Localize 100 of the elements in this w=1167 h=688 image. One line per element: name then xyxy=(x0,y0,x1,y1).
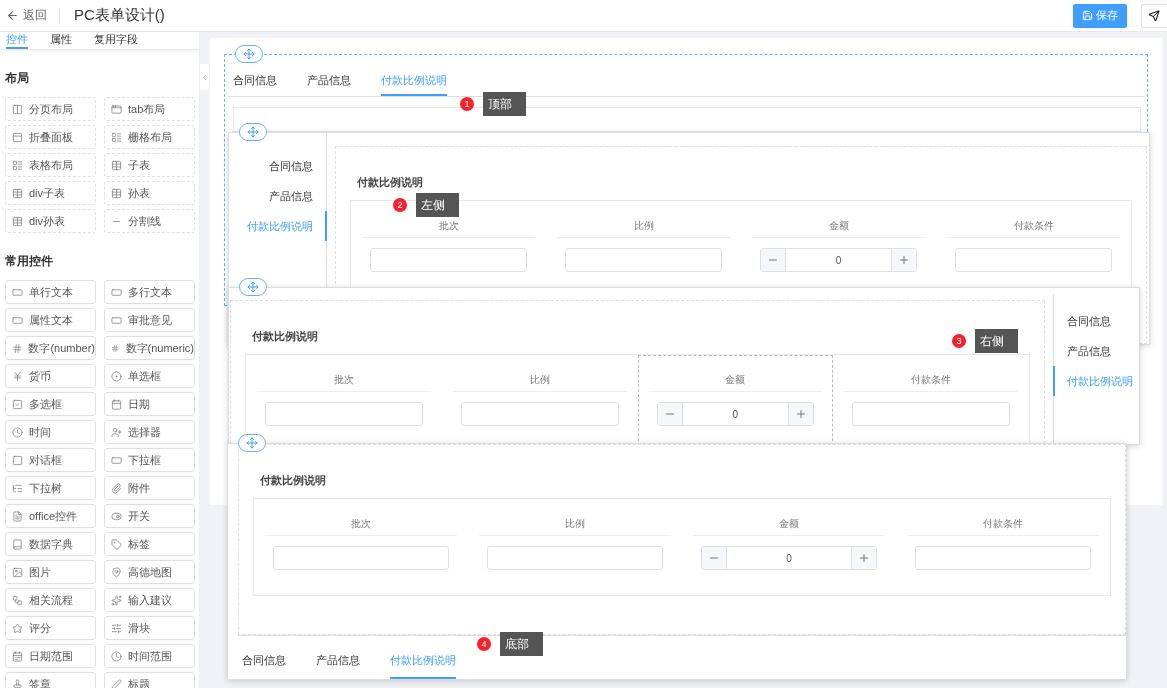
tab[interactable]: 合同信息 xyxy=(1053,306,1139,336)
increment-button[interactable] xyxy=(789,403,814,425)
plus-icon xyxy=(795,408,808,420)
widget-item[interactable]: 相关流程 xyxy=(5,588,96,612)
column-header: 付款条件 xyxy=(844,368,1018,392)
tab[interactable]: 产品信息 xyxy=(316,636,360,679)
plus-icon xyxy=(858,552,870,564)
tab[interactable]: 产品信息 xyxy=(307,73,351,96)
move-icon xyxy=(247,126,259,138)
sidebar-tab[interactable]: 属性 xyxy=(50,32,72,49)
input-field[interactable] xyxy=(273,546,449,570)
widget-item[interactable]: 数据字典 xyxy=(5,532,96,556)
input-field[interactable] xyxy=(460,402,619,426)
widget-item[interactable]: 开关 xyxy=(104,504,195,528)
increment-button[interactable] xyxy=(892,249,916,271)
yen-icon xyxy=(12,370,23,382)
move-handle[interactable] xyxy=(239,278,267,296)
user-icon xyxy=(111,426,122,438)
section-title: 付款比例说明 xyxy=(357,175,423,190)
widget-item[interactable]: 单选框 xyxy=(104,364,195,388)
widget-item[interactable]: 标签 xyxy=(104,532,195,556)
widget-item[interactable]: 时间 xyxy=(5,420,96,444)
widget-item[interactable]: 数字(number) xyxy=(5,336,96,360)
widget-item[interactable]: 货币 xyxy=(5,364,96,388)
widget-item[interactable]: 审批意见 xyxy=(104,308,195,332)
widget-item[interactable]: 属性文本 xyxy=(5,308,96,332)
hash-icon xyxy=(111,342,120,354)
widget-item[interactable]: 附件 xyxy=(104,476,195,500)
input-field[interactable] xyxy=(852,402,1010,426)
widget-item[interactable]: 多行文本 xyxy=(104,280,195,304)
widget-item[interactable]: 数字(numeric) xyxy=(104,336,195,360)
widget-item[interactable]: 下拉树 xyxy=(5,476,96,500)
widget-item[interactable]: 日期范围 xyxy=(5,644,96,668)
input-field[interactable] xyxy=(370,248,527,272)
widget-item[interactable]: 栅格布局 xyxy=(104,125,195,149)
input-field[interactable] xyxy=(915,546,1091,570)
widget-item[interactable]: office控件 xyxy=(5,504,96,528)
tab[interactable]: 合同信息 xyxy=(242,636,286,679)
decrement-button[interactable] xyxy=(702,547,726,569)
decrement-button[interactable] xyxy=(657,403,682,425)
tab[interactable]: 合同信息 xyxy=(233,73,277,96)
widget-item[interactable]: 输入建议 xyxy=(104,588,195,612)
tab[interactable]: 产品信息 xyxy=(229,181,327,211)
collapse-handle[interactable] xyxy=(200,64,209,90)
widget-item[interactable]: div子表 xyxy=(5,181,96,205)
input-field[interactable] xyxy=(487,546,663,570)
calendar-icon xyxy=(12,650,23,662)
widget-item[interactable]: 签章 xyxy=(5,672,96,688)
clock-icon xyxy=(111,650,122,662)
widget-item[interactable]: 下拉框 xyxy=(104,448,195,472)
move-icon xyxy=(243,48,255,60)
widget-item[interactable]: 分割线 xyxy=(104,209,195,233)
widget-item[interactable]: 时间范围 xyxy=(104,644,195,668)
back-link[interactable]: 返回 xyxy=(6,7,47,24)
input-field[interactable] xyxy=(265,402,423,426)
document-icon xyxy=(12,510,23,522)
section-title: 付款比例说明 xyxy=(252,329,318,344)
move-handle[interactable] xyxy=(239,123,267,141)
tooltip: 右侧 xyxy=(975,329,1018,353)
sidebar-tab[interactable]: 复用字段 xyxy=(94,32,138,49)
widget-item[interactable]: 孙表 xyxy=(104,181,195,205)
increment-button[interactable] xyxy=(852,547,876,569)
move-handle[interactable] xyxy=(238,434,266,452)
tab[interactable]: 合同信息 xyxy=(229,151,327,181)
map-pin-icon xyxy=(111,566,122,578)
input-field[interactable] xyxy=(565,248,722,272)
number-stepper[interactable]: 0 xyxy=(656,402,815,426)
step-marker: 1 xyxy=(460,97,474,111)
widget-item[interactable]: 分页布局 xyxy=(5,97,96,121)
widget-item[interactable]: 多选框 xyxy=(5,392,96,416)
decrement-button[interactable] xyxy=(761,249,785,271)
widget-item[interactable]: 单行文本 xyxy=(5,280,96,304)
widget-item[interactable]: 表格布局 xyxy=(5,153,96,177)
column-header: 付款条件 xyxy=(947,214,1120,238)
tab[interactable]: 产品信息 xyxy=(1053,336,1139,366)
number-stepper[interactable]: 0 xyxy=(760,248,917,272)
widget-item[interactable]: div孙表 xyxy=(5,209,96,233)
tag-icon xyxy=(111,538,122,550)
widget-item[interactable]: 评分 xyxy=(5,616,96,640)
input-icon xyxy=(111,314,122,326)
toggle-icon xyxy=(111,510,122,522)
widget-item[interactable]: 图片 xyxy=(5,560,96,584)
widget-item[interactable]: 选择器 xyxy=(104,420,195,444)
tooltip: 顶部 xyxy=(483,92,526,116)
number-stepper[interactable]: 0 xyxy=(701,546,877,570)
widget-item[interactable]: tab布局 xyxy=(104,97,195,121)
widget-item[interactable]: 对话框 xyxy=(5,448,96,472)
widget-item[interactable]: 子表 xyxy=(104,153,195,177)
image-icon xyxy=(12,566,23,578)
move-handle[interactable] xyxy=(235,45,263,63)
widget-item[interactable]: 滑块 xyxy=(104,616,195,640)
widget-item[interactable]: 折叠面板 xyxy=(5,125,96,149)
widget-item[interactable]: 高德地图 xyxy=(104,560,195,584)
window-icon xyxy=(111,103,122,115)
panel-icon xyxy=(12,131,23,143)
widget-item[interactable]: 日期 xyxy=(104,392,195,416)
hash-icon xyxy=(12,342,23,354)
stamp-icon xyxy=(12,678,23,688)
input-field[interactable] xyxy=(955,248,1112,272)
column-header: 比例 xyxy=(557,214,730,238)
